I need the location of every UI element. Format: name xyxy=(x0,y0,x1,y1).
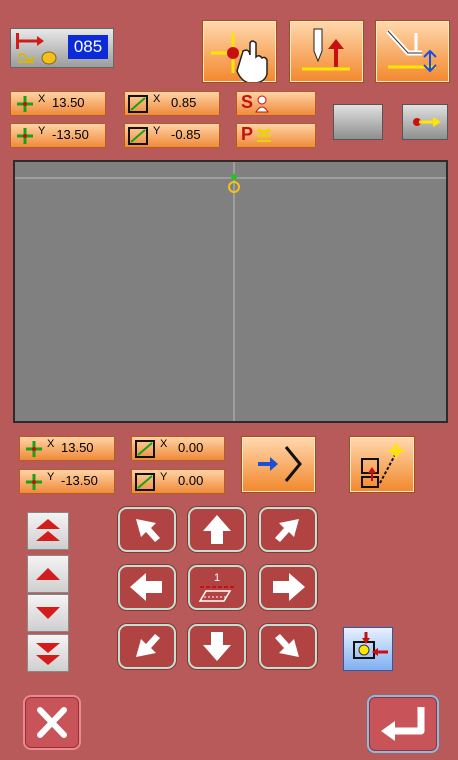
y-scale-value: -0.85 xyxy=(171,127,201,142)
s-setting-button[interactable]: S xyxy=(236,91,316,116)
move-down-left-button[interactable] xyxy=(118,624,176,669)
blank-button[interactable] xyxy=(333,104,383,140)
sew-here-button[interactable] xyxy=(343,627,393,671)
speed-up-icon xyxy=(36,568,60,580)
y-offset-display[interactable]: Y 0.00 xyxy=(131,469,225,494)
arrow-right-icon xyxy=(273,573,305,601)
speed-down-fast-button[interactable] xyxy=(27,634,69,672)
speed-down-button[interactable] xyxy=(27,594,69,632)
y-label: Y xyxy=(160,471,168,483)
y-label: Y xyxy=(47,471,55,483)
needle-up-button[interactable] xyxy=(289,20,364,83)
pitch-icon xyxy=(257,128,271,142)
crosshair-hand-icon xyxy=(211,33,268,84)
move-down-right-button[interactable] xyxy=(259,624,317,669)
pattern-convert-icon xyxy=(361,443,404,488)
y-coord-value: -13.50 xyxy=(52,127,89,142)
presser-foot-icon xyxy=(17,51,57,65)
x-coord-display[interactable]: X 13.50 xyxy=(10,91,106,116)
move-down-button[interactable] xyxy=(188,624,246,669)
arrow-up-icon xyxy=(203,515,231,544)
speed-up-button[interactable] xyxy=(27,555,69,593)
arrow-down-left-icon xyxy=(136,634,160,657)
pattern-canvas[interactable] xyxy=(13,160,448,423)
person-icon xyxy=(255,95,269,113)
x-offset-display[interactable]: X 0.00 xyxy=(131,436,225,461)
needle-up-icon xyxy=(302,28,350,71)
scale-icon xyxy=(135,473,155,491)
crosshair-move-button[interactable] xyxy=(202,20,277,84)
canvas-grid xyxy=(15,162,446,421)
speed-down-icon xyxy=(36,607,60,619)
origin-marker-icon xyxy=(228,174,240,193)
scale-icon xyxy=(128,95,148,113)
speed-up-fast-button[interactable] xyxy=(27,512,69,550)
x-coord-value-2: 13.50 xyxy=(61,440,94,455)
speed-up-fast-icon xyxy=(36,519,60,541)
x-label: X xyxy=(38,93,46,105)
move-right-icon xyxy=(413,117,441,127)
move-up-button[interactable] xyxy=(188,507,246,552)
speed-down-fast-icon xyxy=(36,643,60,665)
y-scale-display[interactable]: Y -0.85 xyxy=(124,123,220,148)
x-scale-value: 0.85 xyxy=(171,95,197,110)
x-coord-value: 13.50 xyxy=(52,95,85,110)
svg-text:1: 1 xyxy=(214,572,220,584)
y-label: Y xyxy=(38,125,46,137)
arrow-down-icon xyxy=(203,632,231,661)
arrow-left-icon xyxy=(130,573,162,601)
presser-lift-button[interactable] xyxy=(375,20,450,83)
thread-icon xyxy=(16,33,44,49)
x-label: X xyxy=(160,438,168,450)
x-scale-display[interactable]: X 0.85 xyxy=(124,91,220,116)
move-xy-icon xyxy=(26,474,42,490)
scale-icon xyxy=(135,440,155,458)
arrow-up-left-icon xyxy=(136,519,160,542)
y-label: Y xyxy=(153,125,161,137)
return-button[interactable] xyxy=(367,695,439,753)
status-panel: 085 xyxy=(10,28,114,68)
p-label: P xyxy=(241,124,254,144)
x-coord-display-2[interactable]: X 13.50 xyxy=(19,436,115,461)
y-coord-display[interactable]: Y -13.50 xyxy=(10,123,106,148)
x-label: X xyxy=(47,438,55,450)
x-offset-value: 0.00 xyxy=(178,440,204,455)
program-number: 085 xyxy=(68,35,108,59)
y-coord-display-2[interactable]: Y -13.50 xyxy=(19,469,115,494)
close-icon xyxy=(37,707,67,738)
move-right-button[interactable] xyxy=(402,104,448,140)
cancel-button[interactable] xyxy=(23,695,81,750)
sew-here-icon xyxy=(353,632,388,659)
stitch-button[interactable]: 1 xyxy=(188,565,246,610)
scale-icon xyxy=(128,127,148,145)
move-xy-icon xyxy=(26,441,42,457)
move-right-arrow-button[interactable] xyxy=(259,565,317,610)
enter-shape-button[interactable] xyxy=(241,436,316,493)
stitch-icon: 1 xyxy=(198,572,234,602)
pattern-convert-button[interactable] xyxy=(349,436,415,493)
presser-lift-icon xyxy=(386,29,437,73)
move-up-right-button[interactable] xyxy=(259,507,317,552)
arrow-down-right-icon xyxy=(275,634,299,657)
move-xy-icon xyxy=(17,128,33,144)
move-up-left-button[interactable] xyxy=(118,507,176,552)
move-left-button[interactable] xyxy=(118,565,176,610)
x-label: X xyxy=(153,93,161,105)
y-offset-value: 0.00 xyxy=(178,473,204,488)
y-coord-value-2: -13.50 xyxy=(61,473,98,488)
move-xy-icon xyxy=(17,96,33,112)
s-label: S xyxy=(241,92,254,112)
enter-icon xyxy=(258,446,302,482)
return-icon xyxy=(381,707,425,741)
p-setting-button[interactable]: P xyxy=(236,123,316,148)
arrow-up-right-icon xyxy=(275,519,299,542)
